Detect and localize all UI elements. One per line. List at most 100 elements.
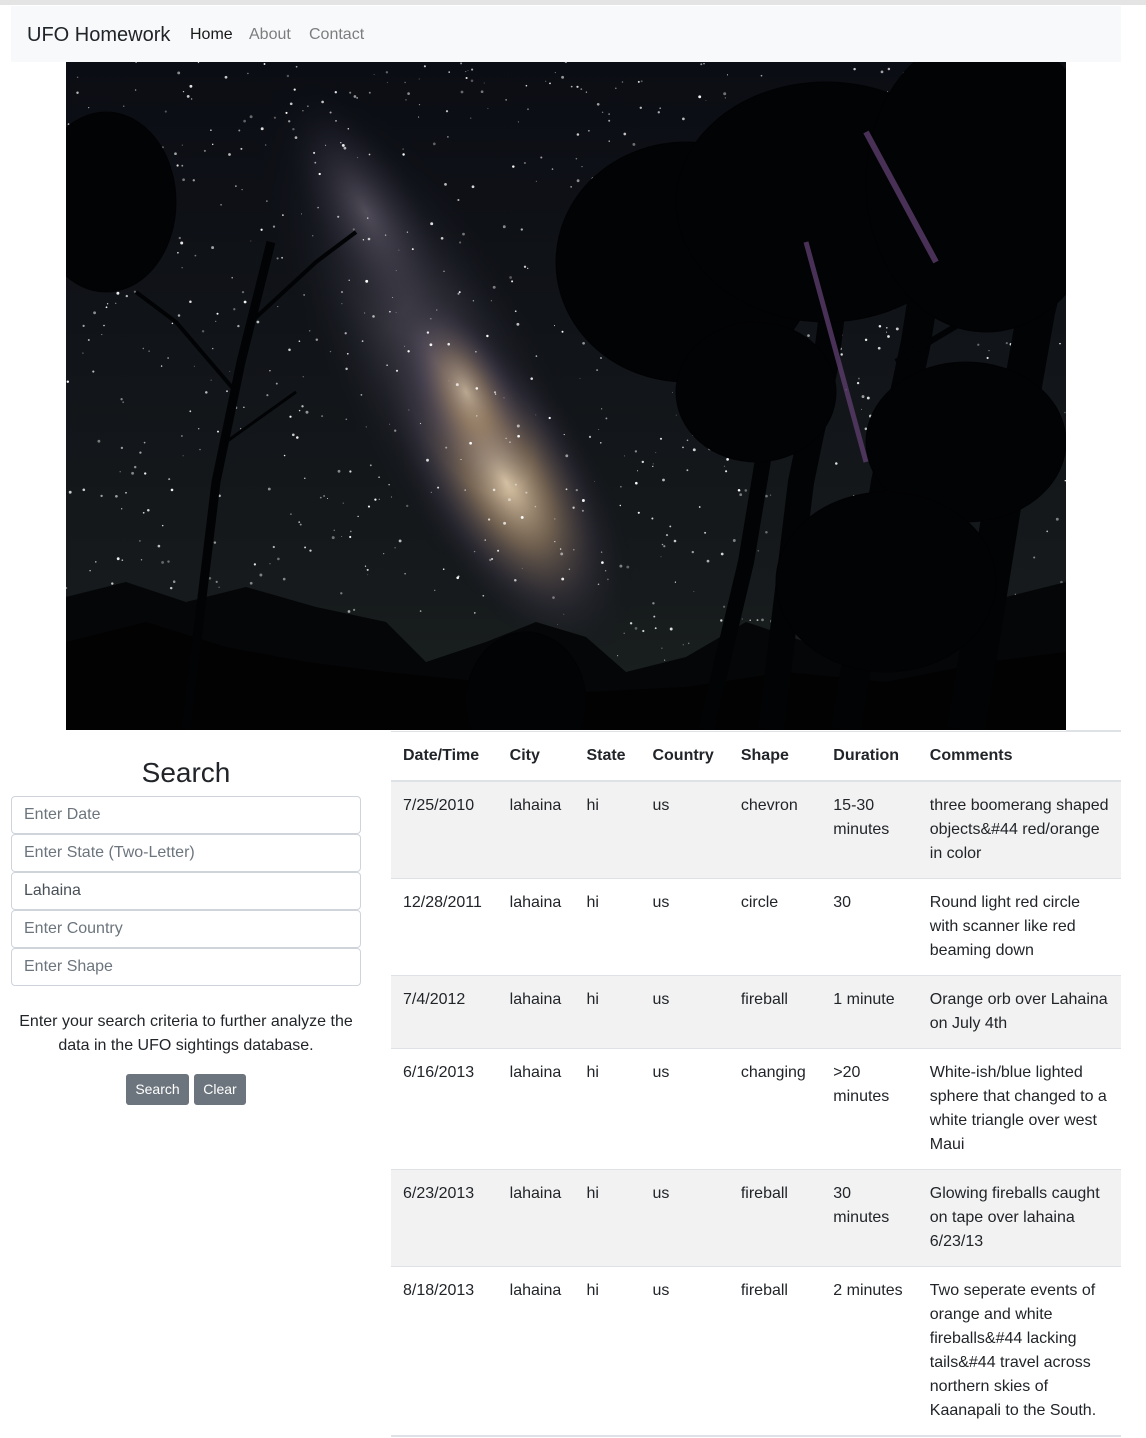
star: [445, 446, 448, 449]
header-shape: Shape: [728, 731, 822, 782]
star: [342, 502, 344, 504]
star: [691, 550, 694, 554]
star: [516, 424, 520, 428]
star: [473, 550, 476, 553]
star: [295, 65, 298, 68]
star: [765, 530, 768, 534]
star: [664, 659, 666, 661]
star: [492, 488, 496, 492]
cell-city: lahaina: [497, 975, 575, 1049]
star: [698, 506, 701, 508]
star: [82, 352, 84, 354]
star: [105, 306, 108, 309]
star: [572, 548, 575, 551]
star: [723, 92, 727, 96]
star: [269, 370, 271, 372]
star: [266, 394, 269, 397]
cell-country: us: [640, 878, 729, 976]
star: [682, 117, 685, 121]
star: [368, 91, 371, 94]
star: [392, 296, 394, 298]
star: [340, 592, 343, 595]
star: [157, 544, 161, 548]
star: [639, 106, 642, 109]
star: [386, 364, 388, 366]
star: [514, 483, 517, 486]
star: [147, 508, 150, 512]
star: [486, 334, 489, 338]
cell-city: lahaina: [497, 878, 575, 976]
star: [282, 577, 286, 581]
search-help-text: Enter your search criteria to further an…: [19, 1013, 353, 1054]
star: [517, 434, 520, 438]
date-input[interactable]: [11, 796, 361, 834]
star: [192, 179, 195, 182]
star: [470, 117, 472, 119]
star: [475, 387, 479, 390]
navbar-brand[interactable]: UFO Homework: [27, 23, 170, 47]
star: [177, 251, 179, 254]
star: [267, 487, 271, 491]
star: [507, 498, 511, 502]
star: [617, 655, 619, 657]
star: [194, 254, 197, 257]
star: [561, 75, 565, 79]
star: [181, 164, 184, 167]
star: [521, 567, 523, 569]
star: [660, 556, 662, 558]
star: [142, 511, 145, 514]
star: [210, 379, 212, 381]
star: [608, 119, 611, 122]
star: [312, 235, 314, 237]
star: [437, 486, 440, 489]
star: [170, 488, 174, 492]
cell-date-time: 8/18/2013: [391, 1266, 498, 1437]
star: [457, 292, 460, 295]
star: [285, 111, 288, 114]
star: [673, 539, 677, 543]
star: [419, 610, 422, 612]
star: [445, 110, 449, 113]
star: [561, 577, 565, 581]
cell-city: lahaina: [497, 780, 575, 879]
star: [119, 471, 121, 473]
star: [512, 165, 515, 168]
country-input[interactable]: [11, 910, 361, 948]
star: [604, 570, 607, 572]
star: [600, 551, 603, 553]
star: [405, 99, 407, 101]
star: [335, 120, 337, 122]
star: [181, 267, 183, 269]
nav-link-about[interactable]: About: [249, 25, 291, 45]
clear-button[interactable]: Clear: [194, 1074, 246, 1105]
star: [299, 523, 302, 526]
search-button[interactable]: Search: [126, 1074, 189, 1105]
star: [1005, 342, 1008, 345]
nav-link-contact[interactable]: Contact: [309, 25, 364, 45]
star: [181, 435, 183, 437]
nav-link-home[interactable]: Home: [190, 25, 233, 45]
star: [353, 608, 356, 612]
city-input[interactable]: [11, 872, 361, 910]
star: [443, 270, 445, 272]
state-input[interactable]: [11, 834, 361, 872]
star: [116, 557, 120, 561]
star: [886, 331, 888, 333]
header-city: City: [497, 731, 575, 782]
cell-shape: fireball: [728, 1169, 822, 1267]
shape-input[interactable]: [11, 948, 361, 986]
star: [554, 540, 556, 543]
star: [659, 437, 663, 440]
star: [492, 285, 496, 289]
star: [294, 136, 298, 139]
cell-shape: changing: [728, 1048, 822, 1170]
star: [619, 564, 623, 568]
star: [853, 67, 856, 71]
cell-comments: Two seperate events of orange and white …: [917, 1266, 1121, 1437]
star: [337, 469, 341, 473]
star: [217, 430, 219, 433]
star: [527, 108, 529, 111]
star: [318, 172, 321, 176]
star: [594, 480, 595, 482]
star: [880, 70, 884, 74]
